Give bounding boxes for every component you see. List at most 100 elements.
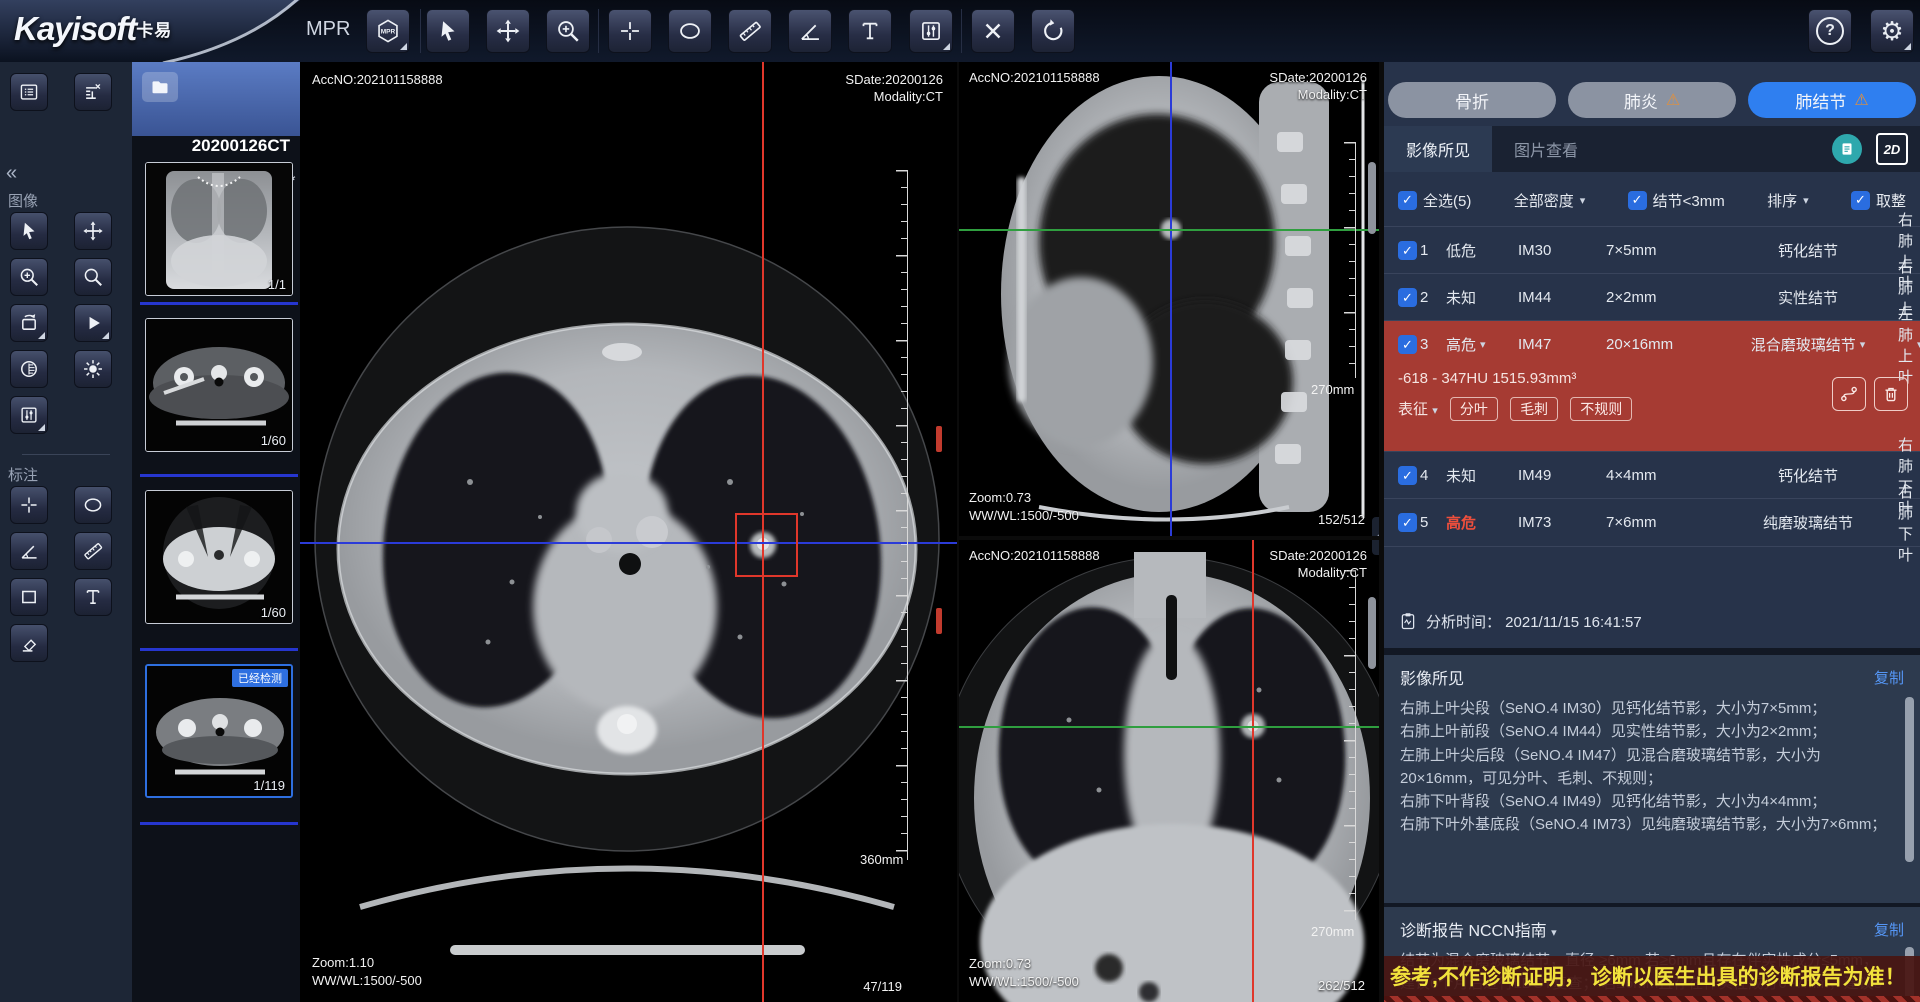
feature-chip: 不规则 (1570, 397, 1632, 421)
sagittal-scrollbar-thumb[interactable] (1368, 162, 1376, 234)
select-all-checkbox[interactable]: ✓全选(5) (1398, 190, 1471, 211)
reset-view-button[interactable] (1031, 9, 1075, 53)
tab-pneumonia[interactable]: 肺炎⚠ (1568, 82, 1736, 118)
zoom-in-tool-button[interactable] (546, 9, 590, 53)
checkbox-icon[interactable]: ✓ (1398, 466, 1417, 485)
density-dropdown[interactable]: 全部密度▾ (1514, 190, 1586, 211)
thumbnail-separator (140, 648, 298, 651)
rotate-view-button[interactable] (10, 304, 48, 342)
follow-up-button[interactable] (1832, 377, 1866, 411)
location-dropdown[interactable]: 左肺上叶▾ (1898, 303, 1920, 387)
checkbox-icon[interactable]: ✓ (1398, 241, 1417, 260)
ellipse-tool-button[interactable] (668, 9, 712, 53)
reference-line-handle[interactable] (936, 608, 942, 634)
coronal-crosshair-vertical (1252, 540, 1254, 1002)
reference-line-handle[interactable] (936, 426, 942, 452)
cursor-tool-button[interactable] (426, 9, 470, 53)
risk-dropdown[interactable]: 高危▾ (1446, 334, 1518, 355)
tab-lung-nodule[interactable]: 肺结节⚠ (1748, 82, 1916, 118)
findings-scrollbar-thumb[interactable] (1905, 697, 1914, 862)
mpr-mode-button[interactable] (366, 9, 410, 53)
settings-button[interactable]: ⚙ (1870, 9, 1914, 53)
ai-analysis-panel: 骨折 肺炎⚠ 肺结节⚠ 影像所见 图片查看 2D ✓全选(5) 全部密度▾ ✓结… (1384, 62, 1920, 1002)
invert-tool-button[interactable] (10, 350, 48, 388)
ellipse-tool-button[interactable] (74, 486, 112, 524)
report-title[interactable]: 诊断报告 NCCN指南 ▾ (1400, 917, 1557, 941)
eraser-tool-button[interactable] (10, 624, 48, 662)
angle-tool-button[interactable] (788, 9, 832, 53)
nodule-row-3-selected[interactable]: ✓ 3 高危▾ IM47 20×16mm 混合磨玻璃结节▾ 左肺上叶▾ -618… (1384, 320, 1920, 452)
axial-ct-image (300, 62, 957, 1002)
axial-crosshair-horizontal (300, 542, 957, 544)
sagittal-crosshair-vertical (1170, 62, 1172, 536)
chevron-down-icon: ▾ (1480, 338, 1486, 351)
coronal-zoom: Zoom:0.73 (969, 956, 1031, 971)
nodule-row-1[interactable]: ✓ 1 低危 IM30 7×5mm 钙化结节 右肺上叶 (1384, 226, 1920, 274)
help-icon: ? (1816, 17, 1844, 45)
crosshair-tool-button[interactable] (10, 486, 48, 524)
sagittal-viewport[interactable]: 270mm AccNO:202101158888 SDate:20200126 … (959, 62, 1379, 536)
tab-fracture[interactable]: 骨折 (1388, 82, 1556, 118)
rectangle-tool-button[interactable] (10, 578, 48, 616)
sidebar-divider (22, 454, 110, 455)
axial-viewport[interactable]: 360mm AccNO:202101158888 SDate:20200126 … (300, 62, 957, 1002)
ruler-tool-button[interactable] (74, 532, 112, 570)
pan-tool-button[interactable] (486, 9, 530, 53)
axial-scale-ruler (895, 170, 908, 860)
help-button[interactable]: ? (1808, 9, 1852, 53)
thumbnail-image-count: 1/119 (253, 778, 285, 793)
checkbox-icon[interactable]: ✓ (1398, 335, 1417, 354)
text-tool-button[interactable] (848, 9, 892, 53)
delete-annotation-button[interactable] (971, 9, 1015, 53)
collapse-sidebar-button[interactable]: « (6, 162, 17, 185)
checkbox-icon[interactable]: ✓ (1398, 513, 1417, 532)
window-level-tool-button[interactable] (10, 396, 48, 434)
copy-findings-link[interactable]: 复制 (1874, 667, 1904, 688)
findings-title: 影像所见 (1400, 665, 1464, 689)
axial-study-date: SDate:20200126 (845, 72, 943, 87)
thumbnail-ct-lung-selected[interactable]: 已经检测 1/119 (145, 664, 293, 798)
checkbox-icon[interactable]: ✓ (1398, 288, 1417, 307)
nodule-row-2[interactable]: ✓ 2 未知 IM44 2×2mm 实性结节 右肺上叶 (1384, 273, 1920, 321)
text-tool-button[interactable] (74, 578, 112, 616)
coronal-viewport[interactable]: 270mm AccNO:202101158888 SDate:20200126 … (959, 540, 1379, 1002)
window-level-tool-button[interactable] (909, 9, 953, 53)
ruler-tool-button[interactable] (728, 9, 772, 53)
cine-play-button[interactable] (74, 304, 112, 342)
sort-dropdown[interactable]: 排序▾ (1767, 190, 1809, 211)
feature-chip: 分叶 (1450, 397, 1498, 421)
view-2d-toggle[interactable]: 2D (1876, 133, 1908, 165)
nodule-row-4[interactable]: ✓ 4 未知 IM49 4×4mm 钙化结节 右肺下叶 (1384, 451, 1920, 499)
delete-nodule-button[interactable] (1874, 377, 1908, 411)
small-nodule-checkbox[interactable]: ✓结节<3mm (1628, 190, 1725, 211)
annotate-section-label: 标注 (8, 464, 38, 485)
layout-close-button[interactable] (74, 73, 112, 111)
feature-dropdown[interactable]: 表征 ▾ (1398, 401, 1438, 418)
report-bubble-button[interactable] (1832, 134, 1862, 164)
cursor-tool-button[interactable] (10, 212, 48, 250)
brightness-tool-button[interactable] (74, 350, 112, 388)
open-study-button[interactable] (142, 72, 178, 102)
magnify-tool-button[interactable] (74, 258, 112, 296)
thumbnail-scout-xray[interactable]: 1/1 (145, 162, 293, 296)
viewport-divider (957, 62, 959, 1002)
zoom-in-tool-button[interactable] (10, 258, 48, 296)
crosshair-tool-button[interactable] (608, 9, 652, 53)
checkbox-icon: ✓ (1398, 191, 1417, 210)
thumbnail-separator (140, 822, 298, 825)
pan-tool-button[interactable] (74, 212, 112, 250)
chevron-down-icon: ▾ (1860, 338, 1866, 351)
coronal-scrollbar-thumb[interactable] (1368, 597, 1376, 669)
thumbnail-ct-mediastinum[interactable]: 1/60 (145, 318, 293, 452)
type-dropdown[interactable]: 混合磨玻璃结节▾ (1718, 334, 1898, 355)
angle-tool-button[interactable] (10, 532, 48, 570)
nodule-row-5[interactable]: ✓ 5 高危 IM73 7×6mm 纯磨玻璃结节 右肺下叶 (1384, 498, 1920, 547)
subtab-findings[interactable]: 影像所见 (1384, 126, 1492, 172)
copy-report-link[interactable]: 复制 (1874, 919, 1904, 940)
thumbnail-ct-bone[interactable]: 1/60 (145, 490, 293, 624)
sagittal-scale-label: 270mm (1311, 382, 1354, 397)
worklist-button[interactable] (10, 73, 48, 111)
nodule-roi-box[interactable] (735, 513, 798, 577)
subtab-image-view[interactable]: 图片查看 (1492, 126, 1600, 172)
round-checkbox[interactable]: ✓取整 (1851, 190, 1906, 211)
